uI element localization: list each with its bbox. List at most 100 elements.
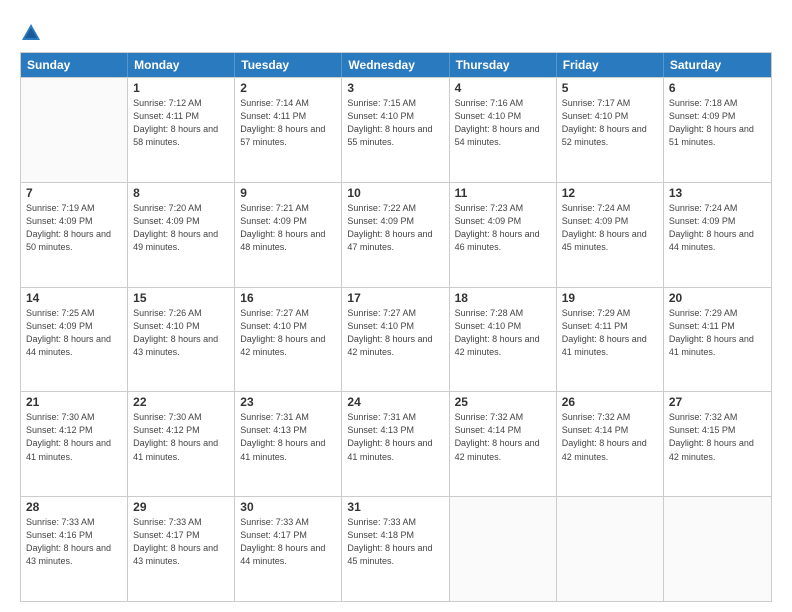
day-info: Sunrise: 7:15 AM Sunset: 4:10 PM Dayligh… xyxy=(347,97,443,149)
day-info: Sunrise: 7:17 AM Sunset: 4:10 PM Dayligh… xyxy=(562,97,658,149)
calendar-cell xyxy=(450,497,557,601)
calendar-cell: 26 Sunrise: 7:32 AM Sunset: 4:14 PM Dayli… xyxy=(557,392,664,496)
calendar-cell: 2Sunrise: 7:14 AM Sunset: 4:11 PM Daylig… xyxy=(235,78,342,182)
calendar-cell: 9 Sunrise: 7:21 AM Sunset: 4:09 PM Daylig… xyxy=(235,183,342,287)
logo-icon xyxy=(20,22,42,44)
day-info: Sunrise: 7:22 AM Sunset: 4:09 PM Dayligh… xyxy=(347,202,443,254)
calendar-cell: 1 Sunrise: 7:12 AM Sunset: 4:11 PM Daylig… xyxy=(128,78,235,182)
day-number: 17 xyxy=(347,291,443,305)
calendar-cell: 20 Sunrise: 7:29 AM Sunset: 4:11 PM Dayli… xyxy=(664,288,771,392)
calendar-cell: 13 Sunrise: 7:24 AM Sunset: 4:09 PM Dayli… xyxy=(664,183,771,287)
day-number: 15 xyxy=(133,291,229,305)
day-info: Sunrise: 7:32 AM Sunset: 4:14 PM Dayligh… xyxy=(455,411,551,463)
calendar-cell: 28 Sunrise: 7:33 AM Sunset: 4:16 PM Dayli… xyxy=(21,497,128,601)
day-info: Sunrise: 7:28 AM Sunset: 4:10 PM Dayligh… xyxy=(455,307,551,359)
day-info: Sunrise: 7:32 AM Sunset: 4:14 PM Dayligh… xyxy=(562,411,658,463)
logo xyxy=(20,22,46,44)
calendar-row-4: 21 Sunrise: 7:30 AM Sunset: 4:12 PM Dayli… xyxy=(21,391,771,496)
page: SundayMondayTuesdayWednesdayThursdayFrid… xyxy=(0,0,792,612)
day-number: 20 xyxy=(669,291,766,305)
day-number: 19 xyxy=(562,291,658,305)
calendar-cell: 5 Sunrise: 7:17 AM Sunset: 4:10 PM Daylig… xyxy=(557,78,664,182)
day-info: Sunrise: 7:25 AM Sunset: 4:09 PM Dayligh… xyxy=(26,307,122,359)
day-number: 27 xyxy=(669,395,766,409)
day-info: Sunrise: 7:20 AM Sunset: 4:09 PM Dayligh… xyxy=(133,202,229,254)
day-number: 25 xyxy=(455,395,551,409)
day-number: 28 xyxy=(26,500,122,514)
day-number: 12 xyxy=(562,186,658,200)
day-number: 26 xyxy=(562,395,658,409)
day-info: Sunrise: 7:27 AM Sunset: 4:10 PM Dayligh… xyxy=(347,307,443,359)
calendar-cell: 29Sunrise: 7:33 AM Sunset: 4:17 PM Dayli… xyxy=(128,497,235,601)
header-day-saturday: Saturday xyxy=(664,53,771,77)
day-number: 24 xyxy=(347,395,443,409)
day-info: Sunrise: 7:19 AM Sunset: 4:09 PM Dayligh… xyxy=(26,202,122,254)
calendar-cell: 27 Sunrise: 7:32 AM Sunset: 4:15 PM Dayli… xyxy=(664,392,771,496)
day-number: 5 xyxy=(562,81,658,95)
day-number: 21 xyxy=(26,395,122,409)
calendar-row-2: 7 Sunrise: 7:19 AM Sunset: 4:09 PM Daylig… xyxy=(21,182,771,287)
day-number: 31 xyxy=(347,500,443,514)
day-info: Sunrise: 7:31 AM Sunset: 4:13 PM Dayligh… xyxy=(240,411,336,463)
day-info: Sunrise: 7:27 AM Sunset: 4:10 PM Dayligh… xyxy=(240,307,336,359)
day-info: Sunrise: 7:29 AM Sunset: 4:11 PM Dayligh… xyxy=(669,307,766,359)
day-info: Sunrise: 7:16 AM Sunset: 4:10 PM Dayligh… xyxy=(455,97,551,149)
day-number: 18 xyxy=(455,291,551,305)
calendar-cell: 17 Sunrise: 7:27 AM Sunset: 4:10 PM Dayli… xyxy=(342,288,449,392)
day-number: 1 xyxy=(133,81,229,95)
day-number: 11 xyxy=(455,186,551,200)
day-number: 13 xyxy=(669,186,766,200)
header-day-sunday: Sunday xyxy=(21,53,128,77)
calendar-cell: 15 Sunrise: 7:26 AM Sunset: 4:10 PM Dayli… xyxy=(128,288,235,392)
day-number: 6 xyxy=(669,81,766,95)
calendar-cell: 23 Sunrise: 7:31 AM Sunset: 4:13 PM Dayli… xyxy=(235,392,342,496)
calendar-cell xyxy=(21,78,128,182)
day-info: Sunrise: 7:30 AM Sunset: 4:12 PM Dayligh… xyxy=(26,411,122,463)
calendar-cell: 7 Sunrise: 7:19 AM Sunset: 4:09 PM Daylig… xyxy=(21,183,128,287)
day-info: Sunrise: 7:21 AM Sunset: 4:09 PM Dayligh… xyxy=(240,202,336,254)
day-number: 2 xyxy=(240,81,336,95)
calendar-cell: 30Sunrise: 7:33 AM Sunset: 4:17 PM Dayli… xyxy=(235,497,342,601)
calendar-cell: 22Sunrise: 7:30 AM Sunset: 4:12 PM Dayli… xyxy=(128,392,235,496)
day-info: Sunrise: 7:30 AM Sunset: 4:12 PM Dayligh… xyxy=(133,411,229,463)
calendar-cell: 31 Sunrise: 7:33 AM Sunset: 4:18 PM Dayli… xyxy=(342,497,449,601)
day-info: Sunrise: 7:31 AM Sunset: 4:13 PM Dayligh… xyxy=(347,411,443,463)
calendar-cell: 10 Sunrise: 7:22 AM Sunset: 4:09 PM Dayli… xyxy=(342,183,449,287)
calendar-cell: 3Sunrise: 7:15 AM Sunset: 4:10 PM Daylig… xyxy=(342,78,449,182)
calendar-cell: 24 Sunrise: 7:31 AM Sunset: 4:13 PM Dayli… xyxy=(342,392,449,496)
day-number: 30 xyxy=(240,500,336,514)
calendar-cell: 4Sunrise: 7:16 AM Sunset: 4:10 PM Daylig… xyxy=(450,78,557,182)
day-info: Sunrise: 7:33 AM Sunset: 4:18 PM Dayligh… xyxy=(347,516,443,568)
day-info: Sunrise: 7:33 AM Sunset: 4:16 PM Dayligh… xyxy=(26,516,122,568)
day-number: 23 xyxy=(240,395,336,409)
calendar-body: 1 Sunrise: 7:12 AM Sunset: 4:11 PM Daylig… xyxy=(21,77,771,601)
header-day-thursday: Thursday xyxy=(450,53,557,77)
day-number: 8 xyxy=(133,186,229,200)
calendar-cell xyxy=(557,497,664,601)
day-info: Sunrise: 7:24 AM Sunset: 4:09 PM Dayligh… xyxy=(669,202,766,254)
day-info: Sunrise: 7:12 AM Sunset: 4:11 PM Dayligh… xyxy=(133,97,229,149)
header-day-tuesday: Tuesday xyxy=(235,53,342,77)
day-number: 16 xyxy=(240,291,336,305)
calendar-cell: 21 Sunrise: 7:30 AM Sunset: 4:12 PM Dayli… xyxy=(21,392,128,496)
header xyxy=(20,18,772,44)
day-info: Sunrise: 7:18 AM Sunset: 4:09 PM Dayligh… xyxy=(669,97,766,149)
day-info: Sunrise: 7:26 AM Sunset: 4:10 PM Dayligh… xyxy=(133,307,229,359)
calendar-cell: 16 Sunrise: 7:27 AM Sunset: 4:10 PM Dayli… xyxy=(235,288,342,392)
calendar-row-3: 14Sunrise: 7:25 AM Sunset: 4:09 PM Dayli… xyxy=(21,287,771,392)
calendar: SundayMondayTuesdayWednesdayThursdayFrid… xyxy=(20,52,772,602)
calendar-cell xyxy=(664,497,771,601)
calendar-cell: 14Sunrise: 7:25 AM Sunset: 4:09 PM Dayli… xyxy=(21,288,128,392)
day-info: Sunrise: 7:32 AM Sunset: 4:15 PM Dayligh… xyxy=(669,411,766,463)
calendar-cell: 19Sunrise: 7:29 AM Sunset: 4:11 PM Dayli… xyxy=(557,288,664,392)
calendar-cell: 12 Sunrise: 7:24 AM Sunset: 4:09 PM Dayli… xyxy=(557,183,664,287)
day-info: Sunrise: 7:24 AM Sunset: 4:09 PM Dayligh… xyxy=(562,202,658,254)
day-number: 10 xyxy=(347,186,443,200)
day-number: 29 xyxy=(133,500,229,514)
day-number: 9 xyxy=(240,186,336,200)
calendar-row-5: 28 Sunrise: 7:33 AM Sunset: 4:16 PM Dayli… xyxy=(21,496,771,601)
calendar-cell: 6 Sunrise: 7:18 AM Sunset: 4:09 PM Daylig… xyxy=(664,78,771,182)
calendar-cell: 8 Sunrise: 7:20 AM Sunset: 4:09 PM Daylig… xyxy=(128,183,235,287)
calendar-cell: 25 Sunrise: 7:32 AM Sunset: 4:14 PM Dayli… xyxy=(450,392,557,496)
day-number: 7 xyxy=(26,186,122,200)
